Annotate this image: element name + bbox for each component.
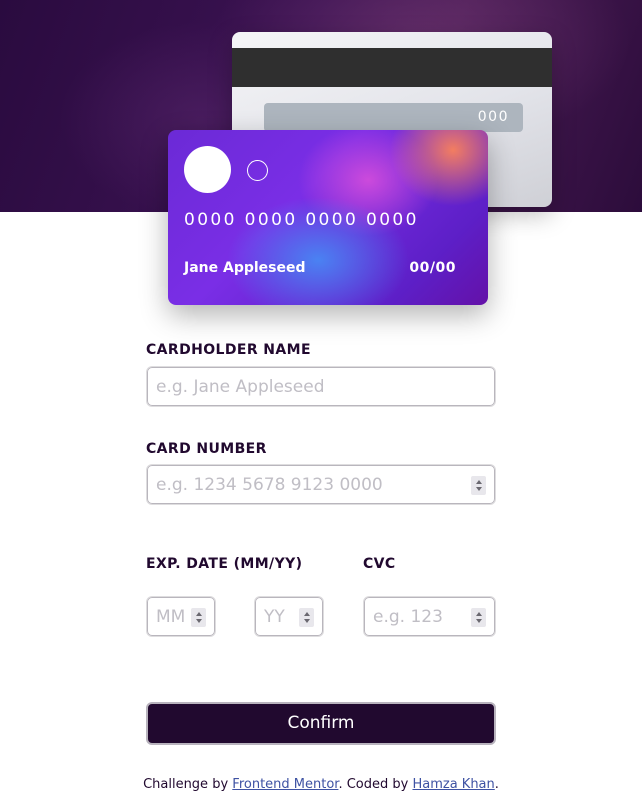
- card-front: 0000 0000 0000 0000 Jane Appleseed 00/00: [168, 130, 488, 305]
- cardholder-name-input[interactable]: [147, 367, 495, 406]
- frontend-mentor-link[interactable]: Frontend Mentor: [232, 777, 338, 792]
- card-number-spinner-icon[interactable]: [471, 476, 486, 495]
- card-number-label: CARD NUMBER: [146, 441, 267, 457]
- exp-month-spinner-icon[interactable]: [191, 608, 206, 627]
- exp-month-field: [146, 596, 216, 637]
- card-back-cvc: 000: [477, 109, 509, 125]
- card-number-display: 0000 0000 0000 0000: [184, 210, 419, 230]
- footer-prefix: Challenge by: [143, 777, 233, 792]
- exp-year-field: [254, 596, 324, 637]
- card-logo-outline-circle-icon: [247, 160, 268, 181]
- card-name-display: Jane Appleseed: [184, 260, 306, 276]
- cvc-label: CVC: [363, 556, 396, 572]
- footer-suffix: .: [494, 777, 499, 792]
- author-link[interactable]: Hamza Khan: [412, 777, 494, 792]
- card-logo-filled-circle-icon: [184, 146, 231, 193]
- cvc-spinner-icon[interactable]: [471, 608, 486, 627]
- card-number-input[interactable]: [147, 465, 495, 504]
- cardholder-name-field: [146, 366, 496, 407]
- cardholder-name-label: CARDHOLDER NAME: [146, 342, 311, 358]
- magnetic-stripe: [232, 48, 552, 87]
- exp-year-spinner-icon[interactable]: [299, 608, 314, 627]
- card-number-field: [146, 464, 496, 505]
- cvc-field: [363, 596, 496, 637]
- footer-middle: . Coded by: [338, 777, 413, 792]
- exp-date-label: EXP. DATE (MM/YY): [146, 556, 303, 572]
- signature-strip: 000: [264, 103, 523, 132]
- card-expiry-display: 00/00: [409, 260, 456, 276]
- footer-attribution: Challenge by Frontend Mentor. Coded by H…: [0, 777, 642, 792]
- confirm-button[interactable]: Confirm: [146, 702, 496, 745]
